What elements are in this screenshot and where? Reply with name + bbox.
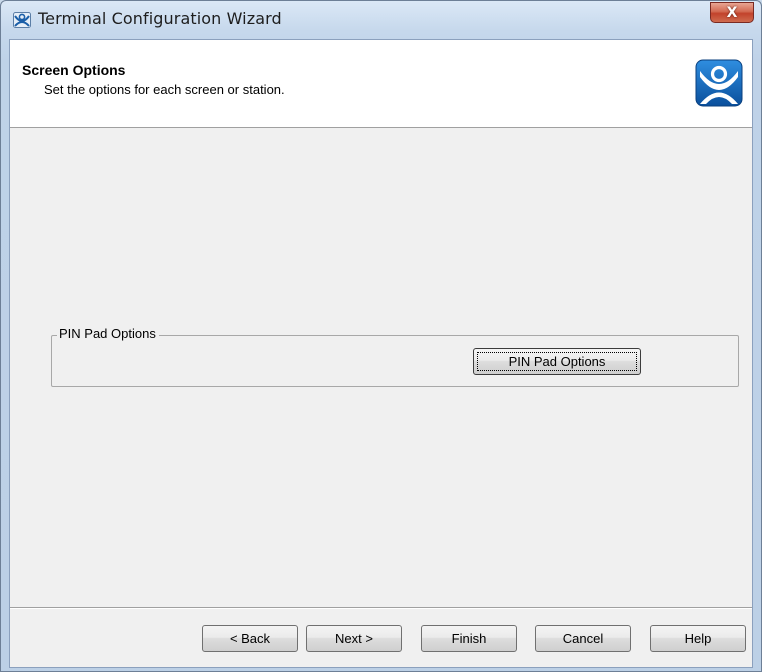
pin-pad-options-group: PIN Pad Options PIN Pad Options (51, 326, 739, 387)
button-focus-rect: PIN Pad Options (477, 352, 637, 371)
back-button-label: < Back (229, 631, 271, 646)
title-bar[interactable]: Terminal Configuration Wizard X (1, 1, 761, 39)
wizard-header: Screen Options Set the options for each … (10, 40, 752, 128)
page-title: Screen Options (22, 62, 126, 78)
wizard-window: Terminal Configuration Wizard X Screen O… (0, 0, 762, 672)
window-title: Terminal Configuration Wizard (38, 9, 282, 28)
pin-pad-options-button[interactable]: PIN Pad Options (473, 348, 641, 375)
cancel-button[interactable]: Cancel (535, 625, 631, 652)
help-button[interactable]: Help (650, 625, 746, 652)
next-button-label: Next > (335, 631, 373, 646)
cancel-button-label: Cancel (562, 631, 604, 646)
app-icon (13, 12, 31, 28)
user-logo-icon (695, 59, 743, 107)
finish-button[interactable]: Finish (421, 625, 517, 652)
group-label: PIN Pad Options (57, 326, 159, 341)
close-button[interactable]: X (710, 2, 754, 23)
help-button-label: Help (684, 631, 712, 646)
page-subtitle: Set the options for each screen or stati… (44, 82, 285, 97)
client-area: Screen Options Set the options for each … (9, 39, 753, 668)
finish-button-label: Finish (451, 631, 487, 646)
button-label: PIN Pad Options (508, 354, 606, 369)
next-button[interactable]: Next > (306, 625, 402, 652)
close-icon: X (726, 4, 738, 21)
back-button[interactable]: < Back (202, 625, 298, 652)
footer-separator (10, 607, 752, 609)
